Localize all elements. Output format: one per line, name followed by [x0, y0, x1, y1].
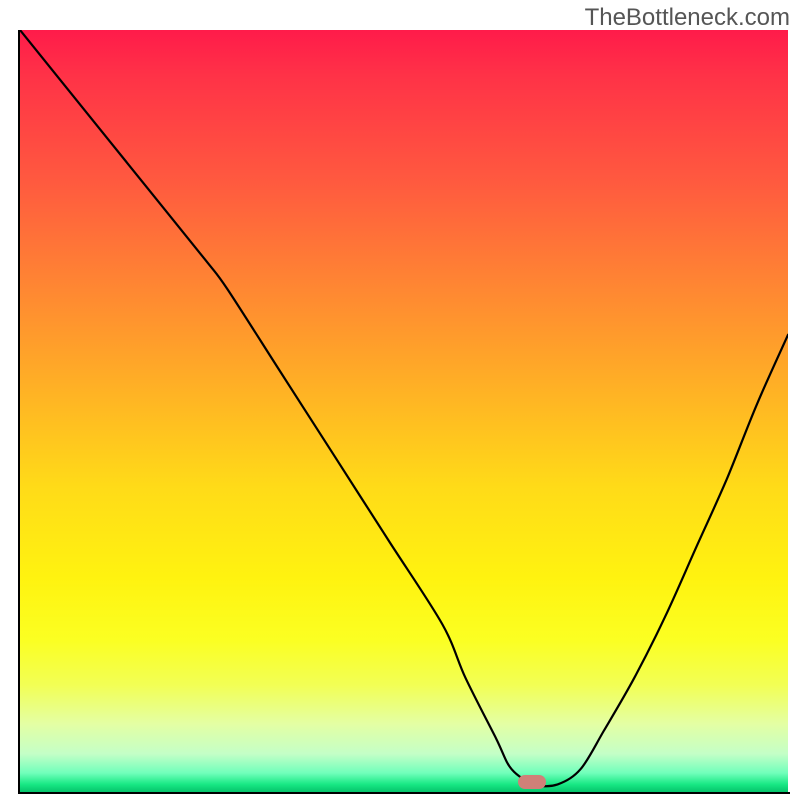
x-axis-line — [18, 792, 790, 794]
y-axis-line — [18, 30, 20, 793]
optimum-marker — [518, 775, 546, 789]
axis-left-gutter — [0, 0, 20, 800]
watermark-text: TheBottleneck.com — [585, 4, 790, 32]
plot-area — [20, 30, 788, 792]
curve-svg — [20, 30, 788, 792]
bottleneck-curve — [20, 30, 788, 786]
chart-container: TheBottleneck.com — [0, 0, 800, 800]
